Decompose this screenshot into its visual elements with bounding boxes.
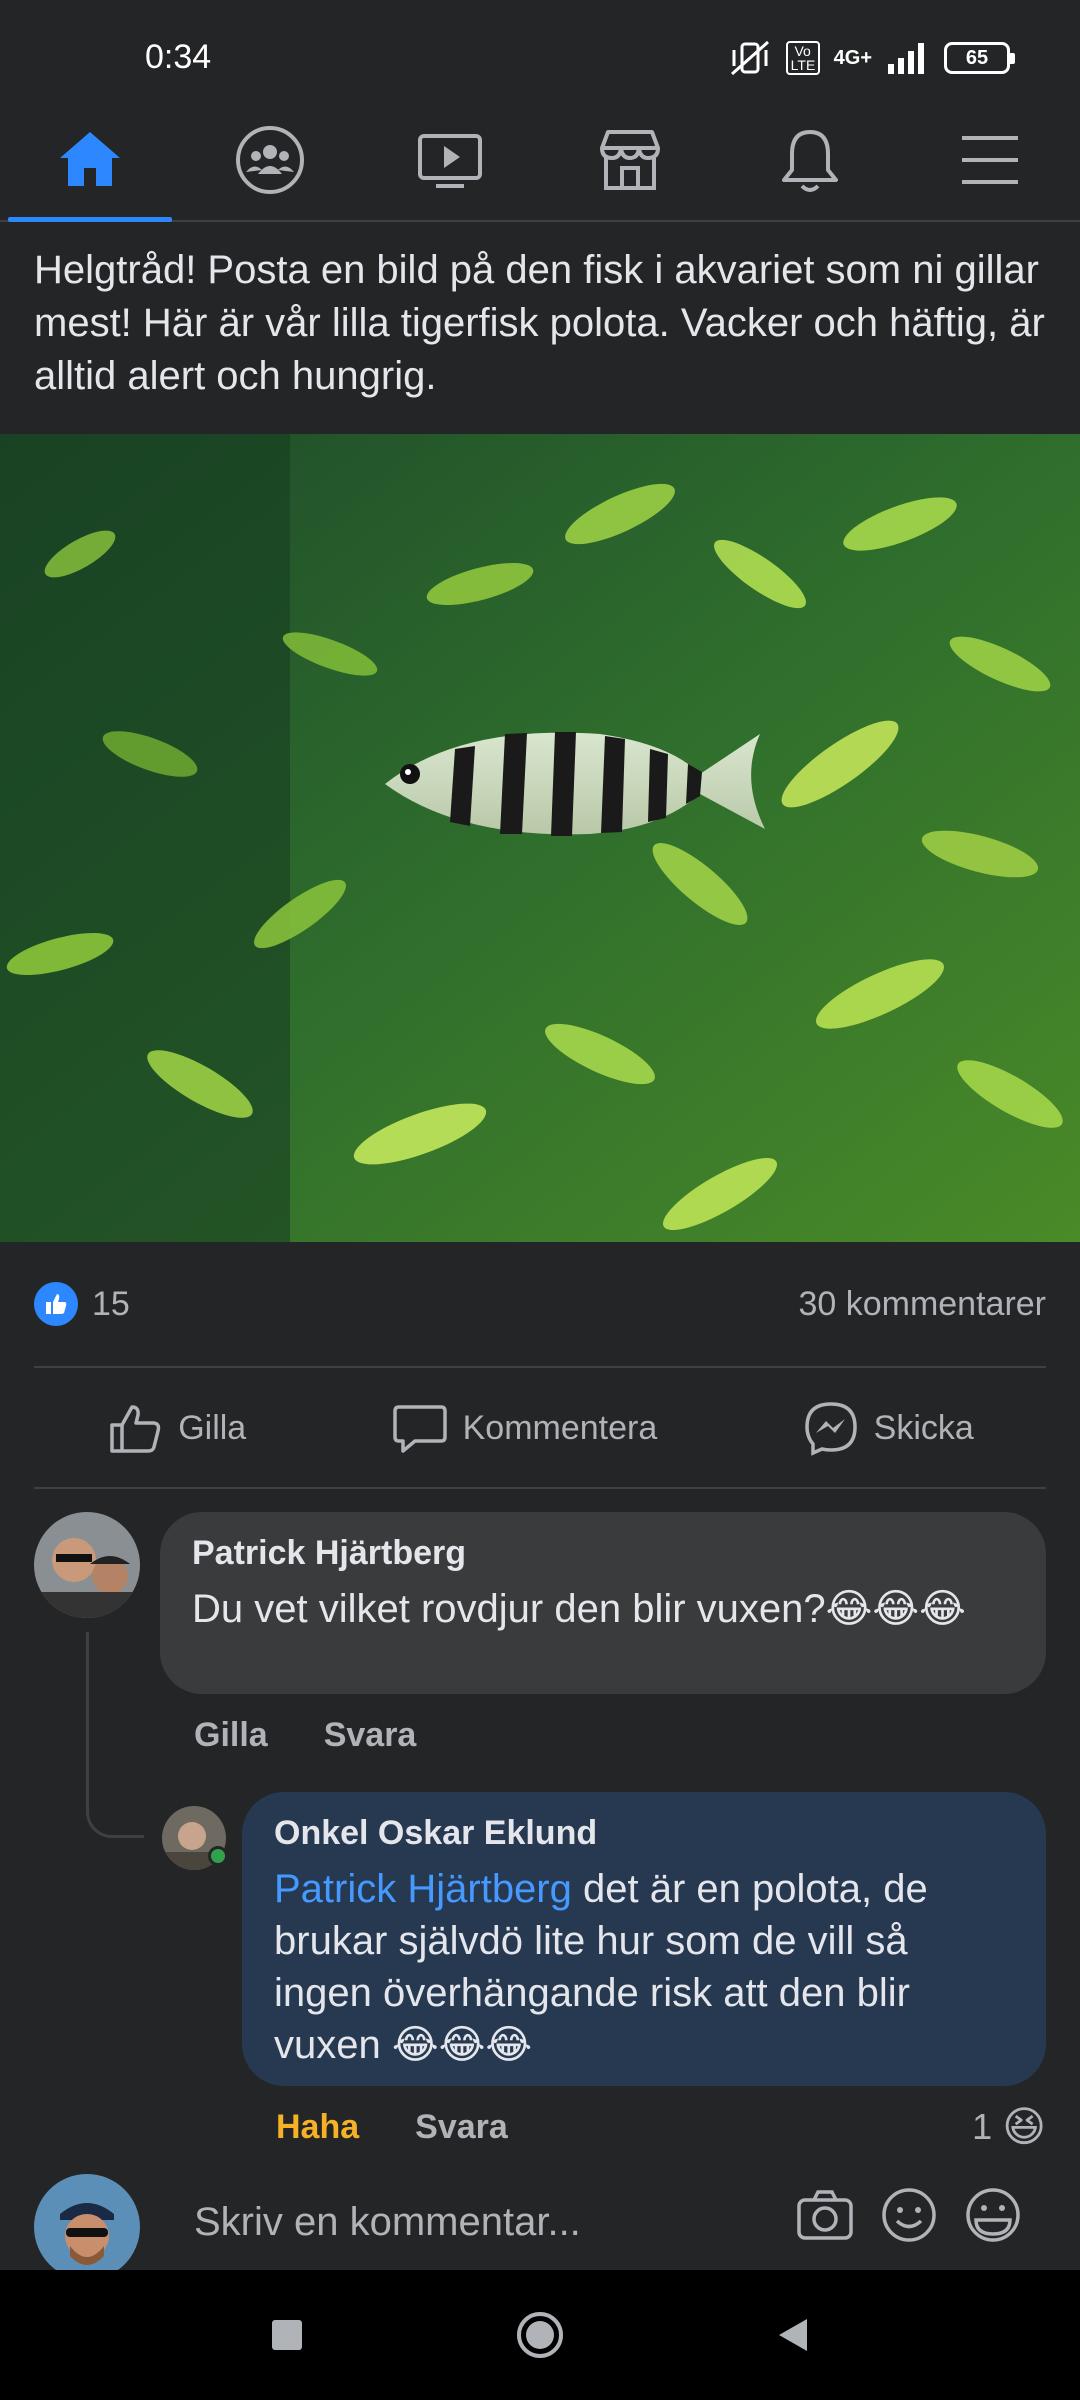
nav-menu[interactable] (900, 100, 1080, 220)
nav-groups[interactable] (180, 100, 360, 220)
aquarium-fish-image (0, 434, 1080, 1242)
back-icon[interactable] (775, 2315, 811, 2355)
reply-thread-line (86, 1632, 144, 1838)
composer-tools (794, 2184, 1024, 2246)
thumbs-up-icon (110, 1405, 161, 1453)
messenger-icon (804, 1402, 857, 1456)
comment-actions: Gilla Svara (194, 1716, 416, 1755)
haha-reaction-button[interactable]: Haha (276, 2108, 359, 2147)
home-icon (60, 132, 120, 186)
my-avatar (34, 2174, 140, 2280)
reply-reaction-count[interactable]: 1 😆 (972, 2102, 1046, 2151)
shop-icon (600, 130, 660, 190)
comment-composer: Skriv en kommentar... (0, 2170, 1080, 2280)
comment-input[interactable]: Skriv en kommentar... (194, 2200, 581, 2245)
reply-reply-button[interactable]: Svara (415, 2108, 508, 2147)
reply-author[interactable]: Onkel Oskar Eklund (274, 1814, 1014, 1853)
status-bar: 0:34 Vo LTE 4G+ 65 (0, 0, 1080, 100)
like-reaction-icon (34, 1282, 78, 1326)
status-time: 0:34 (145, 38, 212, 76)
send-label: Skicka (873, 1408, 974, 1447)
like-count: 15 (92, 1284, 130, 1323)
post-photo[interactable] (0, 434, 1080, 1242)
post-actions: Gilla Kommentera Skicka (34, 1368, 1046, 1488)
online-status-dot (208, 1846, 228, 1866)
reply-bubble[interactable]: Onkel Oskar Eklund Patrick Hjärtberg det… (242, 1792, 1046, 2086)
nav-marketplace[interactable] (540, 100, 720, 220)
comment-icon (392, 1405, 447, 1453)
mention-link[interactable]: Patrick Hjärtberg (274, 1867, 572, 1911)
avatar[interactable] (34, 1512, 140, 1618)
reply-reaction-number: 1 (972, 2105, 993, 2147)
reactions-summary: 15 30 kommentarer (34, 1276, 1046, 1332)
video-icon (418, 134, 482, 188)
recents-icon[interactable] (269, 2317, 305, 2353)
emoji-icon[interactable] (878, 2184, 940, 2246)
battery-level: 65 (965, 46, 989, 69)
volte-icon: Vo LTE (785, 41, 820, 75)
comment-reply-button[interactable]: Svara (324, 1716, 417, 1755)
signal-icon (888, 43, 924, 74)
network-type: 4G+ (833, 46, 872, 69)
comment-bubble[interactable]: Patrick Hjärtberg Du vet vilket rovdjur … (160, 1512, 1046, 1694)
comment-author[interactable]: Patrick Hjärtberg (192, 1534, 1014, 1573)
post-text: Helgtråd! Posta en bild på den fisk i ak… (34, 248, 1045, 398)
status-icons: Vo LTE 4G+ 65 (728, 38, 1015, 78)
like-button[interactable]: Gilla (106, 1399, 246, 1457)
comment-button[interactable]: Kommentera (391, 1399, 658, 1457)
hamburger-menu-icon (962, 136, 1018, 184)
nav-watch[interactable] (360, 100, 540, 220)
send-button[interactable]: Skicka (802, 1399, 974, 1457)
battery-icon: 65 (944, 42, 1015, 74)
bell-icon (782, 130, 838, 192)
laughing-emoji-icon: 😆 (1002, 2103, 1046, 2150)
reply-actions: Haha Svara (276, 2108, 508, 2147)
reply-text: Patrick Hjärtberg det är en polota, de b… (274, 1863, 1014, 2071)
comment-like-button[interactable]: Gilla (194, 1716, 268, 1755)
comment-count[interactable]: 30 kommentarer (798, 1285, 1046, 1324)
divider (34, 1487, 1046, 1489)
camera-icon[interactable] (794, 2184, 856, 2246)
groups-icon (236, 126, 304, 194)
nav-home[interactable] (0, 100, 180, 222)
like-summary[interactable]: 15 (34, 1282, 130, 1326)
like-label: Gilla (178, 1408, 247, 1447)
sticker-icon[interactable] (962, 2184, 1024, 2246)
top-nav (0, 100, 1080, 222)
system-navigation-bar (0, 2270, 1080, 2400)
home-system-icon[interactable] (515, 2310, 565, 2360)
comment-text: Du vet vilket rovdjur den blir vuxen?😂😂😂 (192, 1587, 966, 1631)
nav-notifications[interactable] (720, 100, 900, 220)
comment-label: Kommentera (462, 1408, 658, 1447)
vibrate-off-icon (730, 40, 769, 76)
